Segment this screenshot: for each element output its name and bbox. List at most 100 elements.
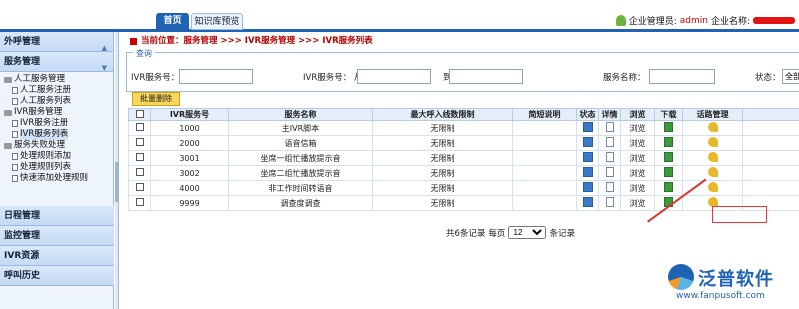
sidebar-section-ivr-resource[interactable]: IVR资源 — [0, 246, 114, 266]
ivr-from-input[interactable] — [357, 69, 431, 84]
download-icon[interactable] — [664, 182, 673, 192]
table-row: 9999 调查度调查 无限制 浏览 — [128, 195, 799, 211]
cell-max-lines: 无限制 — [372, 165, 513, 181]
detail-icon[interactable] — [605, 152, 614, 162]
cell-service-name: 非工作时间转语音 — [228, 180, 373, 196]
cell-service-name: 主IVR脚本 — [228, 120, 373, 136]
download-icon[interactable] — [664, 167, 673, 177]
route-manage-icon[interactable] — [707, 182, 718, 192]
route-manage-icon[interactable] — [707, 137, 718, 147]
row-checkbox[interactable] — [135, 168, 144, 176]
pager-total: 共6条记录 — [446, 228, 486, 239]
status-icon[interactable] — [582, 182, 593, 192]
tree-item-ivr-register[interactable]: IVR服务注册 — [0, 118, 113, 129]
tree-item-rule-list[interactable]: 处理规则列表 — [0, 162, 113, 173]
ivr-to-input[interactable] — [449, 69, 523, 84]
row-checkbox[interactable] — [135, 198, 144, 206]
status-icon[interactable] — [582, 122, 593, 132]
document-icon — [12, 98, 18, 105]
user-info: 企业管理员: admin 企业名称: — [615, 14, 795, 27]
tree-folder-ivr[interactable]: IVR服务管理 — [0, 107, 113, 118]
route-manage-icon[interactable] — [707, 122, 718, 132]
cell-ivr-no: 1000 — [150, 120, 229, 136]
col-max-lines: 最大呼入线数限制 — [372, 108, 513, 121]
per-page-select[interactable]: 12 — [508, 226, 547, 239]
tree-item-ivr-list[interactable]: IVR服务列表 — [0, 129, 113, 140]
tab-knowledge-preview[interactable]: 知识库预览 — [191, 13, 243, 30]
username: admin — [679, 15, 708, 26]
detail-icon[interactable] — [605, 197, 614, 207]
tree-folder-manual[interactable]: 人工服务管理 — [0, 74, 113, 85]
cell-service-name: 调查度调查 — [228, 195, 373, 211]
tree-item-manual-register[interactable]: 人工服务注册 — [0, 85, 113, 96]
detail-icon[interactable] — [605, 137, 614, 147]
sidebar-section-service[interactable]: 服务管理 ▼ — [0, 52, 113, 72]
status-label: 状态： — [755, 73, 781, 83]
status-icon[interactable] — [582, 137, 593, 147]
col-select — [128, 108, 151, 121]
browse-link[interactable]: 浏览 — [620, 150, 655, 166]
col-service-name: 服务名称 — [228, 108, 373, 121]
sidebar-section-monitor[interactable]: 监控管理 — [0, 226, 114, 246]
row-checkbox[interactable] — [135, 123, 144, 131]
row-checkbox[interactable] — [135, 138, 144, 146]
cell-max-lines: 无限制 — [372, 120, 513, 136]
cell-service-name: 语音信箱 — [228, 135, 373, 151]
cell-description — [512, 165, 577, 181]
query-row: IVR服务号： IVR服务号： 从 到 服务名称： 状态： — [127, 69, 799, 85]
annotation-highlight-box — [712, 206, 767, 223]
download-icon[interactable] — [664, 152, 673, 162]
detail-icon[interactable] — [605, 182, 614, 192]
sidebar-section-call-history[interactable]: 呼叫历史 — [0, 266, 114, 286]
query-panel: 查询 IVR服务号： IVR服务号： 从 到 服务名称： 状态： — [126, 48, 799, 92]
browse-link[interactable]: 浏览 — [620, 120, 655, 136]
row-checkbox[interactable] — [135, 153, 144, 161]
status-icon[interactable] — [582, 152, 593, 162]
browse-link[interactable]: 浏览 — [620, 195, 655, 211]
cell-ivr-no: 4000 — [150, 180, 229, 196]
status-icon[interactable] — [582, 167, 593, 177]
browse-link[interactable]: 浏览 — [620, 135, 655, 151]
col-ivr-no: IVR服务号 — [150, 108, 229, 121]
detail-icon[interactable] — [605, 167, 614, 177]
sidebar-section-outbound[interactable]: 外呼管理 ▲ — [0, 32, 113, 52]
redacted-company-name — [753, 17, 795, 24]
cell-max-lines: 无限制 — [372, 195, 513, 211]
select-all-checkbox[interactable] — [135, 109, 144, 118]
service-name-input[interactable] — [649, 69, 715, 84]
document-icon — [12, 175, 18, 182]
browse-link[interactable]: 浏览 — [620, 180, 655, 196]
status-select[interactable] — [782, 69, 799, 84]
brand-logo-icon — [668, 264, 694, 290]
route-manage-icon[interactable] — [707, 152, 718, 162]
cell-ivr-no: 3001 — [150, 150, 229, 166]
cell-ivr-no: 9999 — [150, 195, 229, 211]
tree-item-rule-add[interactable]: 处理规则添加 — [0, 151, 113, 162]
ivr-from-label: IVR服务号： 从 — [303, 73, 363, 83]
download-icon[interactable] — [664, 137, 673, 147]
status-icon[interactable] — [582, 197, 593, 207]
table-row: 3002 坐席二组忙播放提示音 无限制 浏览 — [128, 165, 799, 181]
role-label: 企业管理员: — [628, 17, 677, 27]
tree-item-rule-quick-add[interactable]: 快速添加处理规则 — [0, 173, 113, 184]
detail-icon[interactable] — [605, 122, 614, 132]
splitter-grip[interactable] — [115, 162, 119, 202]
ivr-no-input[interactable] — [179, 69, 253, 84]
tree-item-manual-list[interactable]: 人工服务列表 — [0, 96, 113, 107]
browse-link[interactable]: 浏览 — [620, 165, 655, 181]
table-header-row: IVR服务号 服务名称 最大呼入线数限制 简短说明 状态 详情 浏览 下载 话路… — [128, 108, 799, 121]
col-download: 下载 — [654, 108, 683, 121]
cell-description — [512, 150, 577, 166]
row-checkbox[interactable] — [135, 183, 144, 191]
sidebar-section-schedule[interactable]: 日程管理 — [0, 206, 114, 226]
batch-delete-button[interactable]: 批量删除 — [132, 92, 180, 106]
location-icon — [130, 37, 137, 45]
tab-home[interactable]: 首页 — [156, 13, 189, 30]
download-icon[interactable] — [664, 122, 673, 132]
sidebar-splitter[interactable] — [115, 32, 119, 309]
route-manage-icon[interactable] — [707, 167, 718, 177]
tree-folder-failure[interactable]: 服务失败处理 — [0, 140, 113, 151]
cell-max-lines: 无限制 — [372, 150, 513, 166]
breadcrumb: 当前位置：服务管理 >>> IVR服务管理 >>> IVR服务列表 — [122, 34, 799, 48]
document-icon — [12, 164, 18, 171]
